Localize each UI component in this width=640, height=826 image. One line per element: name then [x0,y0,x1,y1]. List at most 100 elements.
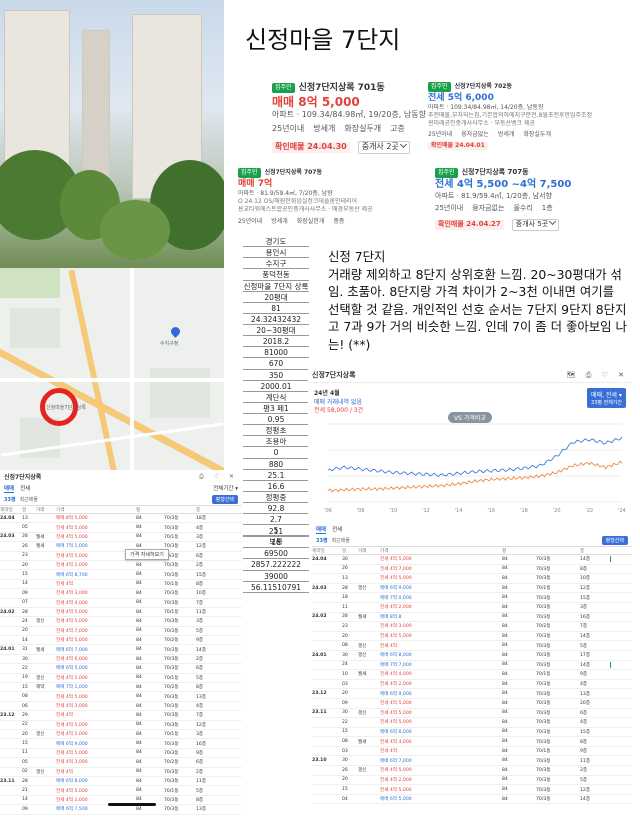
row-price: 매매 6억 8,000 [380,653,412,659]
row-day: 08 [22,694,28,700]
table-row[interactable]: 07 전세 4억 4,000 84 70/3동 7층 [0,599,242,608]
agent-dropdown[interactable]: 중개사 2곳 [357,140,410,154]
table-icons[interactable]: ⎙ ♡ ✕ [199,473,238,481]
table-row[interactable]: 11 전세 4억 2,000 84 70/3동 3층 [312,603,632,613]
table-row[interactable]: 08 갱신 전세 4억 84 70/3동 5층 [312,641,632,651]
table-row[interactable]: 20 갱신 전세 4억 2,000 84 70/1동 3층 [0,730,242,740]
table-row[interactable]: 23전세 4억 5,0008470/3동6층 [0,552,242,561]
filter-label[interactable]: 최근매물 [332,537,350,544]
table-row[interactable]: 21 전세 4억 5,000 84 70/1동 5층 [0,786,242,796]
trade-type-select[interactable]: 매매, 전세 ▾ 33평 전체기간 [587,388,626,408]
table-row[interactable]: 19 갱신 전세 4억 2,000 84 70/1동 5층 [0,674,242,684]
listing-tag: 올수리 [513,204,533,213]
table-row[interactable]: 09 전세 4억 3,000 84 70/3동 10층 [0,589,242,599]
table-row[interactable]: 14 전세 4억 84 70/1동 8층 [0,580,242,590]
table-row[interactable]: 24.01 31 월세 매매 6억 7,000 84 70/3동 14층 [0,645,242,655]
listing-card[interactable]: 집주인 신정7단지상록 707동 전세 4억 5,500 ~4억 7,500 아파… [435,168,630,231]
listing-card[interactable]: 집주인 신정7단지상록 702동 전세 5억 6,000 아파트 · 109.34… [428,82,628,150]
table-row[interactable]: 24.04 30 전세 4억 5,000 84 70/3동 14층 [312,555,632,565]
table-row[interactable]: 23.12 20 매매 6억 9,000 84 70/3동 13층 [312,689,632,699]
table-row[interactable]: 09 전세 4억 5,000 84 70/3동 20층 [312,699,632,709]
table-row[interactable]: 23.12 29 전세 4억 84 70/3동 7층 [0,711,242,721]
row-floor: 9층 [196,638,204,644]
table-row[interactable]: 22 매매 6억 5,000 84 70/3동 6층 [0,664,242,674]
table-row[interactable]: 22 전세 4억 5,000 84 70/3동 12층 [0,721,242,730]
row-day: 07 [22,600,28,606]
map-view[interactable]: 신정마을7단지상록 수지구청 [0,268,224,470]
table-row[interactable]: 24.03 28 월세 전세 4억 5,000 84 70/1동 3층 [0,533,242,543]
row-price: 전세 4억 5,000 [380,710,412,716]
row-building: 70/2동 [164,638,179,644]
listing-price: 전세 5억 6,000 [428,93,494,104]
table-row[interactable]: 26 월세 매매 7억 1,000 84 70/3동 12층 [0,542,242,552]
table-row[interactable]: 03 전세 4억 84 70/1동 9층 [312,747,632,757]
table-row[interactable]: 08 월세 전세 4억 4,000 84 70/3동 8층 [312,737,632,747]
table-row[interactable]: 23.11 30 갱신 전세 4억 5,000 84 70/3동 6층 [312,709,632,719]
table-row[interactable]: 20 전세 4억 7,000 84 70/3동 5층 [0,627,242,637]
table-row[interactable]: 15 해약 매매 7억 1,000 84 70/2동 8층 [0,683,242,693]
table-row[interactable]: 08 전세 4억 5,000 84 70/3동 13층 [0,692,242,702]
tab-jeonse[interactable]: 전세 [332,525,342,534]
table-row[interactable]: 23 전세 4억 3,000 84 70/2동 7층 [312,622,632,632]
table-row[interactable]: 20 전세 4억 5,000 84 70/3동 14층 [312,632,632,642]
data-cell: 풍덕천동 [243,269,309,281]
listing-card[interactable]: 집주인 신정7단지상록 701동 매매 8억 5,000 아파트 · 109.34… [272,82,427,154]
table-row[interactable]: 24 매매 7억 7,000 84 70/3동 14층 [312,661,632,671]
row-day: 04 [342,796,348,802]
table-row[interactable]: 15 매매 6억 8,700 84 70/3동 15층 [0,570,242,580]
table-row[interactable]: 06 전세 4억 3,000 84 70/3동 4층 [0,702,242,712]
table-row[interactable]: 13 전세 4억 5,000 84 70/3동 10층 [312,574,632,584]
row-building: 70/3동 [536,595,551,601]
tab-sale[interactable]: 매매 [316,525,327,534]
listing-card[interactable]: 집주인 신정7단지상록 707동 매매 7억 아파트 · 81.9/59.4㎡, … [238,168,398,226]
row-type: 갱신 [358,586,367,592]
table-row[interactable]: 04 매매 6억 5,000 84 70/3동 14층 [312,795,632,805]
agent-dropdown[interactable]: 중개사 5곳 [511,218,560,231]
data-cell: 수지구 [243,258,309,270]
table-row[interactable]: 23.11 28 매매 6억 8,000 84 70/3동 11층 [0,777,242,787]
tab-jeonse[interactable]: 전세 [20,484,30,493]
table-row[interactable]: 24.02 28 월세 매매 8억 8 84 70/3동 16층 [312,613,632,623]
table-row[interactable]: 03 전세 4억 2,000 84 70/3동 4층 [312,680,632,690]
table-row[interactable]: 24 갱신 전세 4억 5,000 84 70/3동 3층 [0,617,242,627]
table-row[interactable]: 10 월세 전세 4억 4,000 84 70/1동 9층 [312,670,632,680]
table-row[interactable]: 09 매매 6억 7,500 84 70/3동 13층 [0,805,242,815]
row-day: 26 [22,543,28,549]
table-row[interactable]: 05 전세 4억 3,000 84 70/2동 6층 [0,758,242,768]
row-day: 20 [342,777,348,783]
row-date: 24.04 [0,515,15,521]
row-building: 70/3동 [536,797,551,803]
table-row[interactable]: 15 전세 4억 5,000 84 70/3동 12층 [312,785,632,795]
table-row[interactable]: 24.02 28 전세 4억 5,000 84 70/1동 11층 [0,608,242,618]
table-row[interactable]: 26 전세 4억 7,000 84 70/3동 8층 [312,565,632,575]
table-row[interactable]: 20 전세 4억 2,000 84 70/3동 2층 [0,561,242,571]
table-row[interactable]: 18 매매 7억 0,000 84 70/3동 15층 [312,593,632,603]
table-row[interactable]: 14 전세 4억 5,000 84 70/2동 9층 [0,636,242,646]
listing-tag: 방세개 [497,130,515,138]
panel-icons[interactable]: 🗺 ⎙ ♡ ✕ [567,371,628,380]
table-row[interactable]: 15 매매 6억 8,000 84 70/3동 15층 [312,728,632,738]
area-select-button[interactable]: 평형선택 [211,495,238,504]
table-row[interactable]: 15 매매 6억 9,000 84 70/3동 16층 [0,739,242,749]
row-floor: 12층 [580,586,591,592]
table-row[interactable]: 20 전세 4억 2,000 84 70/3동 5층 [312,776,632,786]
table-row[interactable]: 22 전세 4억 5,000 84 70/3동 4층 [312,718,632,728]
filter-label[interactable]: 최근매물 [20,496,38,503]
table-row[interactable]: 23.10 30 매매 6억 7,000 84 70/3동 11층 [312,756,632,767]
table-row[interactable]: 11 전세 4억 5,000 84 70/3동 9층 [0,749,242,759]
map-pin-icon[interactable] [169,325,182,338]
tab-sale[interactable]: 매매 [4,484,15,493]
row-price: 전세 4억 [380,749,398,755]
price-detail-popup[interactable]: 가격 자세히보기 [125,549,169,560]
row-price: 전세 4억 5,000 [380,634,412,640]
area-select-button[interactable]: 평형선택 [601,536,628,545]
table-row[interactable]: 24.01 30 갱신 매매 6억 8,000 84 70/3동 17층 [312,651,632,661]
table-row[interactable]: 24.03 28 갱신 매매 6억 9,000 84 70/1동 12층 [312,584,632,594]
table-row[interactable]: 24.04 13 매매 8억 5,000 84 70/3동 18층 [0,514,242,524]
period-select[interactable]: 전체기간 ▾ [213,484,238,493]
table-row[interactable]: 30 전세 4억 6,000 84 70/3동 2층 [0,655,242,665]
table-row[interactable]: 26 갱신 전세 4억 5,000 84 70/3동 2층 [312,766,632,776]
table-row[interactable]: 02 갱신 전세 4억 84 70/3동 2층 [0,768,242,777]
owner-badge: 집주인 [272,83,295,94]
table-row[interactable]: 05 전세 4억 5,000 84 70/3동 4층 [0,523,242,533]
